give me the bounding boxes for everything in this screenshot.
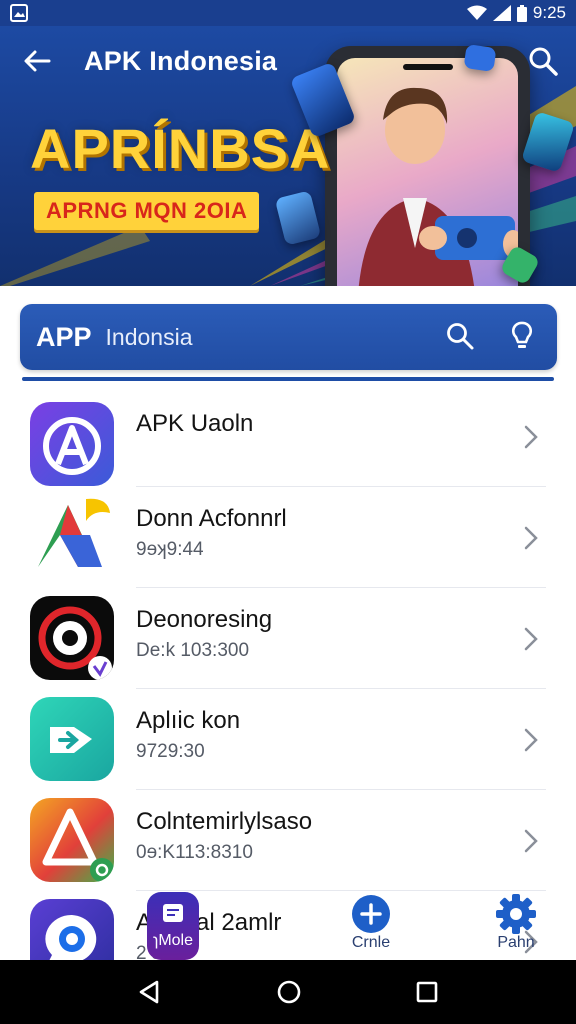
triangle-app-icon [30,798,114,882]
tab-label: ɿMole [152,932,193,949]
search-bar-label: Indonsia [105,323,193,350]
app-name: APK Uaoln [136,410,254,437]
search-bar[interactable]: APP Indonsia [20,304,557,370]
app-name: Deonoresing [136,606,273,633]
list-item[interactable]: Donn Acfonnrl 9ɘʞ9:44 [0,487,576,588]
home-circle-icon[interactable] [276,979,302,1005]
status-bar: 9:25 [0,0,576,26]
app-meta: 0ɘ:K113:8310 [136,842,253,863]
back-triangle-icon[interactable] [137,979,163,1005]
tab-create[interactable]: Crnle [340,894,402,952]
list-item-text: Deonoresing De:k 103:300 [136,606,272,662]
list-item-text: APK Uaoln [136,410,253,438]
search-bar-brand: APP [36,321,92,352]
app-meta: De:k 103:300 [136,640,250,661]
plus-icon [352,895,390,933]
signal-icon [492,5,511,21]
list-item-text: Donn Acfonnrl 9ɘʞ9:44 [136,505,287,561]
app-name: Aplıic kon [136,707,241,734]
list-item[interactable]: Deonoresing De:k 103:300 [0,588,576,689]
banner-headline: APRÍNBSA [30,117,331,180]
tab-messages[interactable]: ɿMole [147,892,199,960]
hero-banner: APK Indonesia APRÍNBSA APRNG MQN 2OIA [0,26,576,286]
chevron-right-icon [524,627,538,651]
app-name: Donn Acfonnrl [136,505,287,532]
tab-label: Pahn [497,934,535,951]
gallery-icon [10,4,28,22]
arrow-tag-app-icon [30,697,114,781]
chevron-right-icon [524,829,538,853]
chevron-right-icon [524,526,538,550]
list-item[interactable]: Colntemirlylsaso 0ɘ:K113:8310 [0,790,576,891]
battery-icon [516,4,527,22]
search-icon[interactable] [445,321,475,351]
wifi-icon [466,5,487,20]
tab-label: Crnle [351,934,391,951]
lightbulb-icon[interactable] [509,320,535,352]
arrow-left-icon [24,50,51,72]
target-app-icon [30,596,114,680]
gear-icon [496,894,536,934]
tab-settings[interactable]: Pahn [486,894,546,952]
chevron-right-icon [524,425,538,449]
back-button[interactable] [20,44,54,78]
app-meta: 9ɘʞ9:44 [136,539,204,560]
system-nav-bar [0,960,576,1024]
app-bar: APK Indonesia [0,26,576,96]
screen: 9:25 APK Indonesia APRÍNBSA APRNG MQN 2O… [0,0,576,1024]
arrow-app-icon [30,495,114,579]
message-icon [163,904,183,922]
recents-square-icon[interactable] [415,980,439,1004]
list-item[interactable]: APK Uaoln [0,386,576,487]
banner-ribbon: APRNG MQN 2OIA [34,192,260,230]
search-underline [22,377,554,381]
chevron-right-icon [524,728,538,752]
app-title: APK Indonesia [84,45,278,76]
list-item[interactable]: Aplıic kon 9729:30 [0,689,576,790]
status-time: 9:25 [532,3,566,22]
list-item-text: Aplıic kon 9729:30 [136,707,240,763]
app-meta: 9729:30 [136,741,205,762]
search-icon[interactable] [526,44,560,78]
letter-a-app-icon [30,402,114,486]
list-item-text: Colntemirlylsaso 0ɘ:K113:8310 [136,808,312,864]
app-name: Colntemirlylsaso [136,808,313,835]
